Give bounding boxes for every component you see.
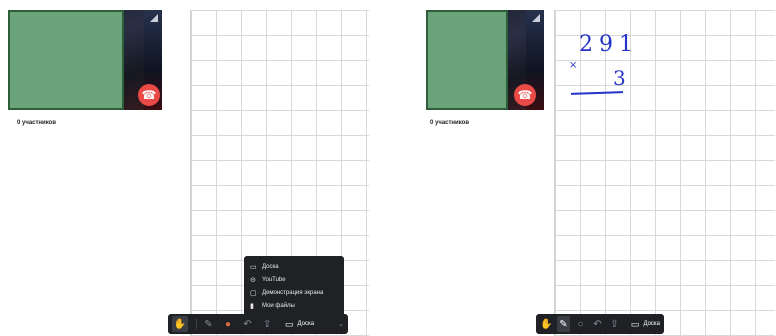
self-video-placeholder xyxy=(8,10,124,110)
pen-icon: ✎ xyxy=(559,318,568,330)
toolbar-divider xyxy=(195,318,197,330)
pen-tool-button[interactable]: ✎ xyxy=(556,316,570,332)
board-icon: ▭ xyxy=(250,263,257,271)
underline xyxy=(570,91,624,95)
board-source-menu: ▭ Доска ⊝ YouTube ▢ Демонстрация экрана … xyxy=(244,256,344,318)
color-dot-icon: ○ xyxy=(577,318,584,330)
hand-tool-button[interactable]: ✋ xyxy=(172,316,188,332)
phone-hangup-icon: ☎ xyxy=(517,88,533,102)
undo-button[interactable]: ↶ xyxy=(591,316,604,332)
undo-icon: ↶ xyxy=(243,318,252,330)
pen-icon: ✎ xyxy=(204,318,213,330)
menu-item-screen-share[interactable]: ▢ Демонстрация экрана xyxy=(244,286,344,299)
upload-icon: ⇪ xyxy=(610,318,619,330)
menu-item-board[interactable]: ▭ Доска xyxy=(244,260,344,273)
undo-button[interactable]: ↶ xyxy=(240,316,256,332)
menu-item-my-files[interactable]: ▮ Мои файлы xyxy=(244,299,344,312)
phone-hangup-icon: ☎ xyxy=(141,88,157,102)
bottom-number: 3 xyxy=(613,66,626,90)
color-picker-button[interactable]: ○ xyxy=(574,316,587,332)
color-dot-icon: ● xyxy=(224,318,232,330)
hangup-button[interactable]: ☎ xyxy=(514,84,536,106)
undo-icon: ↶ xyxy=(593,318,602,330)
share-button[interactable]: ⇪ xyxy=(259,316,275,332)
hand-icon: ✋ xyxy=(173,318,187,330)
board-selector[interactable]: ▭ Доска xyxy=(631,319,660,330)
color-picker-button[interactable]: ● xyxy=(220,316,236,332)
self-video-placeholder xyxy=(426,10,508,110)
right-panel: ☎ 0 участников × 291 3 ✋ ✎ ○ ↶ ⇪ ▭ Доска xyxy=(418,0,776,336)
hand-icon: ✋ xyxy=(540,318,553,330)
board-selector[interactable]: ▭ Доска ⌄ xyxy=(285,319,344,330)
upload-icon: ⇪ xyxy=(263,318,272,330)
menu-item-youtube[interactable]: ⊝ YouTube xyxy=(244,273,344,286)
participants-count: 0 участников xyxy=(430,120,470,126)
top-number: 291 xyxy=(579,32,639,57)
hangup-button[interactable]: ☎ xyxy=(138,84,160,106)
board-icon: ▭ xyxy=(285,318,294,329)
share-button[interactable]: ⇪ xyxy=(608,316,621,332)
board-toolbar: ✋ ✎ ● ↶ ⇪ ▭ Доска ⌄ xyxy=(168,314,348,334)
whiteboard[interactable]: × 291 3 xyxy=(554,10,775,336)
board-icon: ▭ xyxy=(630,318,640,329)
multiplication-sign: × xyxy=(569,60,578,71)
hand-tool-button[interactable]: ✋ xyxy=(540,316,553,332)
left-panel: ☎ 0 участников ▭ Доска ⊝ YouTube ▢ Демон… xyxy=(0,0,370,336)
signal-icon xyxy=(532,14,540,22)
participants-count: 0 участников xyxy=(17,120,57,126)
screen-share-icon: ▢ xyxy=(250,289,257,297)
chevron-down-icon: ⌄ xyxy=(338,321,344,328)
file-icon: ▮ xyxy=(250,302,254,310)
youtube-icon: ⊝ xyxy=(250,276,256,284)
board-toolbar: ✋ ✎ ○ ↶ ⇪ ▭ Доска xyxy=(536,314,664,334)
pen-tool-button[interactable]: ✎ xyxy=(201,316,217,332)
signal-icon xyxy=(150,14,158,22)
